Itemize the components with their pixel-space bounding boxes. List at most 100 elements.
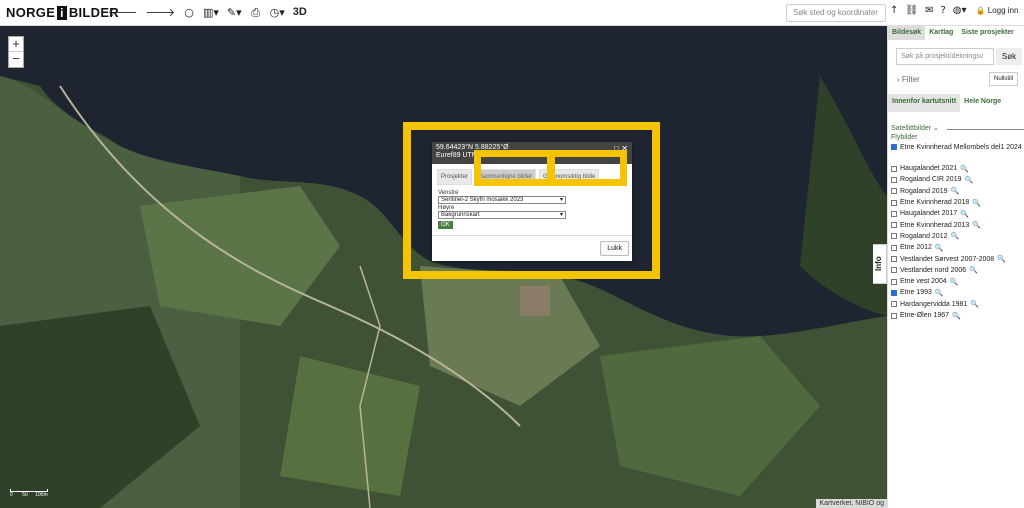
layer-checkbox[interactable] [891, 176, 897, 183]
tab-hele-norge[interactable]: Hele Norge [960, 94, 1005, 112]
layer-label: Etne 2012 [900, 244, 932, 252]
layer-item[interactable]: Etne Kvinnherad 2018 🔍 [891, 197, 1024, 208]
circle-select-icon[interactable]: ○ [183, 5, 195, 20]
layer-item[interactable]: Etne 1993 🔍 [891, 287, 1024, 298]
satellite-header[interactable]: Satellittbilder ⌄ [891, 124, 1024, 132]
tab-siste-prosjekter[interactable]: Siste prosjekter [957, 26, 1018, 40]
zoom-control: + − [8, 36, 24, 68]
layer-checkbox[interactable] [891, 222, 897, 229]
layer-label: Haugalandet 2017 [900, 210, 958, 218]
layer-item[interactable]: Rogaland CIR 2019 🔍 [891, 174, 1024, 185]
highlight-box-transparent-tab [548, 150, 627, 186]
filter-label: Filter [901, 75, 920, 84]
tab-prosjekter[interactable]: Prosjekter [437, 169, 473, 185]
layer-item[interactable]: Hardangervidda 1981 🔍 [891, 299, 1024, 310]
ok-button[interactable]: OK [438, 221, 453, 229]
zoom-to-layer-icon[interactable]: 🔍 [970, 300, 979, 308]
zoom-to-layer-icon[interactable]: 🔍 [935, 244, 944, 252]
layer-checkbox[interactable] [891, 188, 897, 195]
layer-label: Rogaland CIR 2019 [900, 176, 962, 184]
layer-checkbox[interactable] [891, 233, 897, 240]
zoom-to-layer-icon[interactable]: 🔍 [952, 312, 961, 320]
place-search-input[interactable]: Søk sted og koordinater [786, 4, 886, 22]
layer-item[interactable]: Etne 2012 🔍 [891, 242, 1024, 253]
flybilder-header: Flybilder [891, 134, 918, 141]
layer-checkbox[interactable] [891, 244, 897, 251]
layer-label: Etne vest 2004 [900, 278, 947, 286]
zoom-out-button[interactable]: − [9, 52, 23, 67]
mail-icon[interactable]: ✉ [925, 5, 933, 16]
filter-toggle[interactable]: › Filter [897, 75, 920, 84]
hoyre-select[interactable]: Bakgrunnskart [438, 211, 566, 219]
zoom-in-button[interactable]: + [9, 37, 23, 52]
tab-innenfor-kartutsnitt[interactable]: Innenfor kartutsnitt [888, 94, 961, 112]
layer-checkbox[interactable] [891, 289, 897, 296]
layer-item[interactable]: Vestlandet Sørvest 2007-2008 🔍 [891, 253, 1024, 264]
lock-icon: 🔒 [975, 6, 986, 15]
search-button[interactable]: Søk [996, 48, 1022, 65]
layer-item[interactable]: Vestlandet nord 2006 🔍 [891, 265, 1024, 276]
layer-checkbox[interactable] [891, 312, 897, 319]
reset-button[interactable]: Nullstill [989, 72, 1019, 86]
north-arrow-icon[interactable]: ↑ [890, 5, 898, 16]
login-link[interactable]: 🔒 Logg inn [976, 6, 1019, 15]
layer-label: Etne Kvinnherad 2013 [900, 221, 970, 229]
layer-checkbox[interactable] [891, 199, 897, 206]
help-icon[interactable]: ? [940, 5, 945, 16]
zoom-to-layer-icon[interactable]: 🔍 [969, 266, 978, 274]
map-layers-icon[interactable]: ▥▾ [203, 5, 219, 20]
layer-item[interactable]: Etne Kvinnherad Mellombels del1 2024🔍 [891, 144, 1024, 163]
3d-view-button[interactable]: 3D [293, 5, 307, 20]
zoom-to-layer-icon[interactable]: 🔍 [972, 221, 981, 229]
layer-item[interactable]: Rogaland 2019 🔍 [891, 186, 1024, 197]
zoom-to-layer-icon[interactable]: 🔍 [960, 165, 969, 173]
layer-label: Hardangervidda 1981 [900, 300, 968, 308]
layer-checkbox[interactable] [891, 165, 897, 172]
venstre-select[interactable]: Sentinel-2 Skyfri mosaikk 2023 [438, 196, 566, 204]
norge-i-bilder-logo[interactable]: NORGE i BILDER [6, 5, 119, 20]
zoom-to-layer-icon[interactable]: 🔍 [972, 199, 981, 207]
map-attribution: Kartverket, NIBIO og [816, 499, 887, 508]
zoom-to-layer-icon[interactable]: 🔍 [951, 187, 960, 195]
layer-checkbox[interactable] [891, 301, 897, 308]
layer-checkbox[interactable] [891, 210, 897, 217]
layer-label: Etne-Ølen 1967 [900, 312, 950, 319]
forward-arrow-icon[interactable]: 🡒 [146, 5, 176, 20]
tab-bildesok[interactable]: Bildesøk [888, 26, 926, 40]
zoom-to-layer-icon[interactable]: 🔍 [950, 278, 959, 286]
layer-item[interactable]: Etne Kvinnherad 2013 🔍 [891, 219, 1024, 230]
layer-checkbox[interactable] [891, 278, 897, 285]
info-tab[interactable]: Info [873, 244, 887, 284]
language-globe-icon[interactable]: ◍▾ [953, 5, 967, 16]
layer-checkbox[interactable] [891, 144, 897, 150]
map-canvas[interactable]: + − 0 50 100m Kartverket, NIBIO og Info … [0, 26, 887, 508]
tab-kartlag[interactable]: Kartlag [925, 26, 957, 40]
close-button[interactable]: Lukk [600, 241, 629, 256]
zoom-to-layer-icon[interactable]: 🔍 [997, 255, 1006, 263]
layer-checkbox[interactable] [891, 267, 897, 274]
history-clock-icon[interactable]: ◷▾ [270, 5, 285, 20]
scale-label-50: 50 [22, 492, 28, 498]
zoom-to-layer-icon[interactable]: 🔍 [965, 176, 974, 184]
layer-item[interactable]: Haugalandet 2017 🔍 [891, 208, 1024, 219]
chevron-right-icon: › [897, 75, 900, 84]
layer-item[interactable]: Etne-Ølen 1967 🔍 [891, 310, 1024, 321]
layer-label: Haugalandet 2021 [900, 165, 958, 173]
satellite-label: Satellittbilder [891, 125, 932, 132]
zoom-to-layer-icon[interactable]: 🔍 [935, 289, 944, 297]
scale-label-0: 0 [10, 492, 13, 498]
layer-item[interactable]: Rogaland 2012 🔍 [891, 231, 1024, 242]
top-toolbar: NORGE i BILDER 🡐 🡒 ○ ▥▾ ✎▾ ⎙ ◷▾ 3D Søk ste… [0, 0, 1024, 26]
zoom-to-layer-icon[interactable]: 🔍 [960, 210, 969, 218]
link-icon[interactable]: ⛓ [905, 5, 918, 16]
back-arrow-icon[interactable]: 🡐 [108, 5, 138, 20]
zoom-to-layer-icon[interactable]: 🔍 [951, 232, 960, 240]
layer-item[interactable]: Etne vest 2004 🔍 [891, 276, 1024, 287]
layer-checkbox[interactable] [891, 256, 897, 263]
layer-item[interactable]: Haugalandet 2021 🔍 [891, 163, 1024, 174]
project-search-input[interactable]: Søk på prosjekt/dekningsv [896, 48, 994, 65]
layer-label: Vestlandet Sørvest 2007-2008 [900, 255, 995, 263]
layer-label: Rogaland 2012 [900, 232, 948, 240]
draw-pencil-icon[interactable]: ✎▾ [227, 5, 242, 20]
print-icon[interactable]: ⎙ [250, 5, 262, 20]
